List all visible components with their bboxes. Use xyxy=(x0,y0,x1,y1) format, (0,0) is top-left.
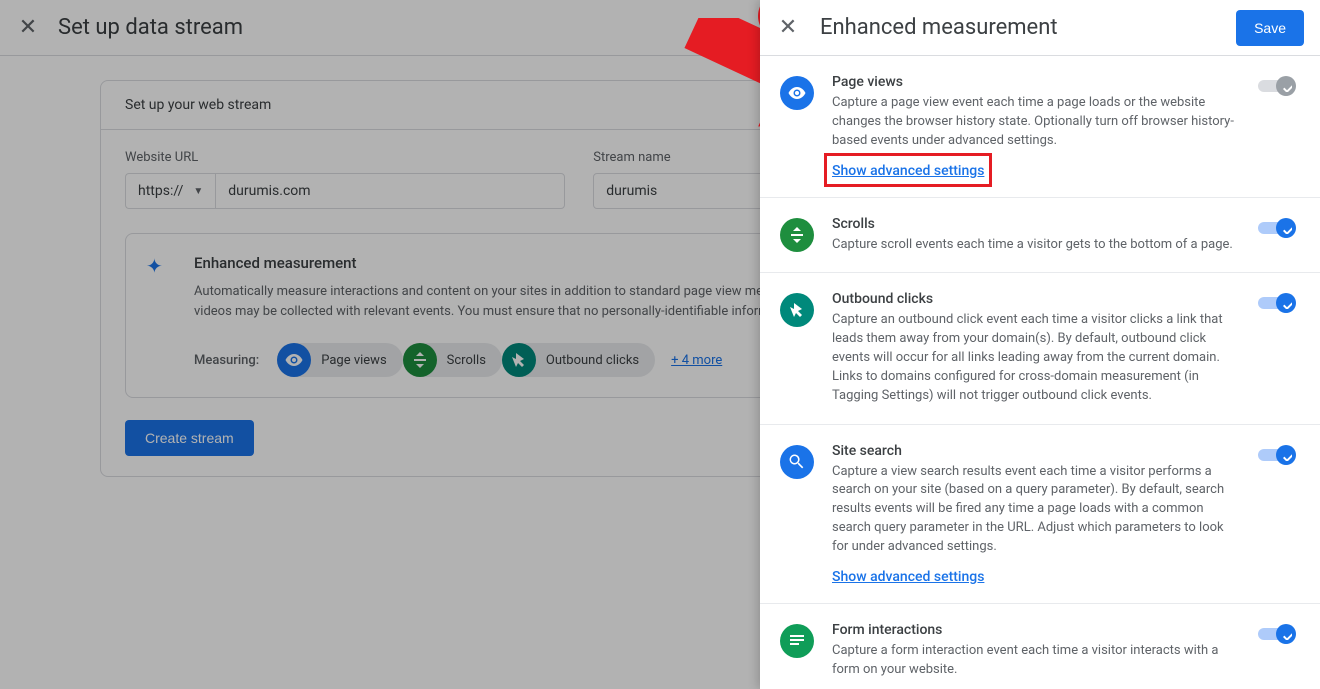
panel-title: Enhanced measurement xyxy=(820,15,1216,40)
show-advanced-link[interactable]: Show advanced settings xyxy=(832,569,984,585)
eye-icon xyxy=(277,343,311,377)
row-description: Capture an outbound click event each tim… xyxy=(832,311,1240,405)
page-title: Set up data stream xyxy=(58,15,243,40)
enhanced-measurement-panel: ✕ Enhanced measurement Save Page views C… xyxy=(760,0,1320,689)
measuring-chip-page-views: Page views xyxy=(277,343,402,377)
scroll-icon xyxy=(403,343,437,377)
measurement-row-form: Form interactions Capture a form interac… xyxy=(760,604,1320,689)
click-icon xyxy=(780,293,814,327)
toggle-site_search[interactable] xyxy=(1258,445,1294,465)
chevron-down-icon: ▼ xyxy=(193,186,203,197)
scroll-icon xyxy=(780,218,814,252)
measuring-chip-outbound-clicks: Outbound clicks xyxy=(502,343,655,377)
row-title: Outbound clicks xyxy=(832,291,1240,307)
show-advanced-link[interactable]: Show advanced settings xyxy=(832,163,984,179)
measurement-row-scrolls: Scrolls Capture scroll events each time … xyxy=(760,198,1320,274)
search-icon xyxy=(780,445,814,479)
toggle-page_views xyxy=(1258,76,1294,96)
measurement-row-outbound: Outbound clicks Capture an outbound clic… xyxy=(760,273,1320,424)
measuring-label: Measuring: xyxy=(194,353,259,368)
row-title: Form interactions xyxy=(832,622,1240,638)
protocol-select[interactable]: https:// ▼ xyxy=(125,173,215,209)
measurement-row-page_views: Page views Capture a page view event eac… xyxy=(760,56,1320,198)
measuring-chip-scrolls: Scrolls xyxy=(403,343,502,377)
row-description: Capture scroll events each time a visito… xyxy=(832,236,1240,255)
more-measurements-link[interactable]: + 4 more xyxy=(671,353,722,368)
form-icon xyxy=(780,624,814,658)
row-title: Scrolls xyxy=(832,216,1240,232)
toggle-scrolls[interactable] xyxy=(1258,218,1294,238)
website-url-input[interactable]: durumis.com xyxy=(215,173,565,209)
toggle-form[interactable] xyxy=(1258,624,1294,644)
save-button[interactable]: Save xyxy=(1236,10,1304,46)
row-title: Page views xyxy=(832,74,1240,90)
row-description: Capture a form interaction event each ti… xyxy=(832,642,1240,680)
sparkle-icon: ✦ xyxy=(146,254,163,278)
close-panel-icon[interactable]: ✕ xyxy=(776,15,800,40)
row-description: Capture a view search results event each… xyxy=(832,463,1240,557)
row-description: Capture a page view event each time a pa… xyxy=(832,94,1240,151)
eye-icon xyxy=(780,76,814,110)
click-icon xyxy=(502,343,536,377)
measurement-row-site_search: Site search Capture a view search result… xyxy=(760,425,1320,604)
close-icon[interactable]: ✕ xyxy=(16,15,40,40)
website-url-label: Website URL xyxy=(125,150,565,165)
create-stream-button[interactable]: Create stream xyxy=(125,420,254,456)
toggle-outbound[interactable] xyxy=(1258,293,1294,313)
row-title: Site search xyxy=(832,443,1240,459)
